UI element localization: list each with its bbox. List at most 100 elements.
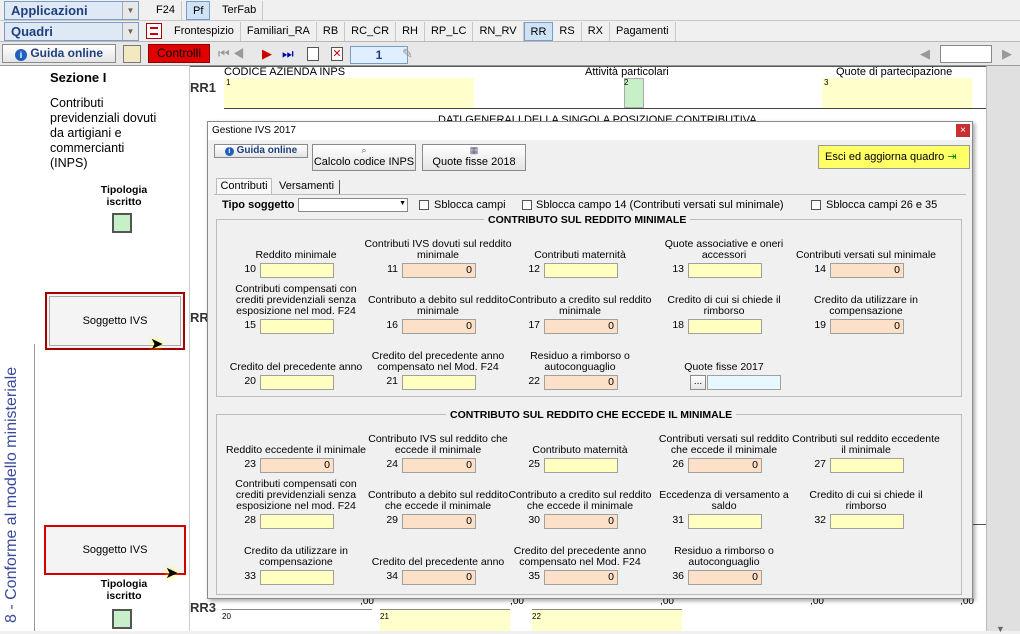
dialog-titlebar: Gestione IVS 2017 × <box>208 122 972 140</box>
nav-first-icon[interactable]: ⏮◀ <box>218 46 247 62</box>
browse-button[interactable]: ... <box>690 375 706 390</box>
field-label-box: Contributi compensati con crediti previd… <box>222 283 370 317</box>
tab-familiari-ra[interactable]: Familiari_RA <box>241 22 317 41</box>
tab-f24[interactable]: F24 <box>150 1 182 20</box>
field-17[interactable]: 0 <box>544 319 618 334</box>
tab-versamenti[interactable]: Versamenti <box>274 180 340 194</box>
field-label-box: Credito del precedente anno <box>222 339 370 373</box>
field-26[interactable]: 0 <box>688 458 762 473</box>
tab-rx[interactable]: RX <box>582 22 610 41</box>
tab-rr[interactable]: RR <box>523 22 554 41</box>
field-14[interactable]: 0 <box>830 263 904 278</box>
nav-next-icon[interactable]: ▶ <box>262 46 272 62</box>
table-icon: ▦ <box>469 145 479 155</box>
field-number: 29 <box>386 514 398 526</box>
close-icon[interactable]: × <box>956 124 970 137</box>
tab-rn-rv[interactable]: RN_RV <box>473 22 524 41</box>
tab-rb[interactable]: RB <box>317 22 346 41</box>
scroll-left-icon[interactable]: ◀ <box>920 46 930 62</box>
field-20[interactable] <box>260 375 334 390</box>
chevron-down-icon: ▼ <box>122 2 138 19</box>
tipologia-checkbox[interactable] <box>112 213 132 233</box>
field-27[interactable] <box>830 458 904 473</box>
tipologia-checkbox-2[interactable] <box>112 609 132 629</box>
applicazioni-dropdown[interactable]: Applicazioni ▼ <box>4 1 139 20</box>
pdf-icon[interactable] <box>146 23 162 39</box>
field-label: Contributo a debito sul reddito che ecce… <box>367 489 509 512</box>
field-34[interactable]: 0 <box>402 570 476 585</box>
field-23[interactable]: 0 <box>260 458 334 473</box>
field-11[interactable]: 0 <box>402 263 476 278</box>
quote-field[interactable] <box>822 78 972 108</box>
calculator-icon[interactable] <box>123 45 141 63</box>
esci-aggiorna-label: Esci ed aggiorna quadro <box>825 151 945 163</box>
vertical-model-label: 8 - Conforme al modello ministeriale <box>3 366 20 623</box>
tab-rh[interactable]: RH <box>396 22 425 41</box>
field-number: 35 <box>528 570 540 582</box>
tab-contributi[interactable]: Contributi <box>216 178 272 194</box>
nav-last-icon[interactable]: ⏭ <box>282 46 294 62</box>
field-number: 11 <box>387 263 398 275</box>
field-number: 17 <box>528 319 540 331</box>
field-35[interactable]: 0 <box>544 570 618 585</box>
field-quote-fisse-2017[interactable] <box>707 375 781 390</box>
section-eccedente-title: CONTRIBUTO SUL REDDITO CHE ECCEDE IL MIN… <box>446 409 737 421</box>
tipo-soggetto-select[interactable]: ▼ <box>298 198 408 212</box>
field-12[interactable] <box>544 263 618 278</box>
field-30[interactable]: 0 <box>544 514 618 529</box>
scroll-right-icon[interactable]: ▶ <box>1002 46 1012 62</box>
page-number-field[interactable]: 1 <box>350 46 408 64</box>
field-label-box: Reddito eccedente il minimale <box>222 422 370 456</box>
field-label: Contributo a credito sul reddito che ecc… <box>508 489 652 512</box>
tab-rc-cr[interactable]: RC_CR <box>345 22 397 41</box>
field-22[interactable]: 0 <box>544 375 618 390</box>
top-toolbar: Applicazioni ▼ F24 Pf TerFab <box>0 0 1020 21</box>
field-label-box: Contributi IVS dovuti sul reddito minima… <box>364 227 512 261</box>
tab-frontespizio[interactable]: Frontespizio <box>168 22 241 41</box>
section-title: Sezione I <box>50 70 107 85</box>
field-19[interactable]: 0 <box>830 319 904 334</box>
controlli-button[interactable]: Controlli <box>148 44 210 63</box>
field-33[interactable] <box>260 570 334 585</box>
sblocca-26-checkbox[interactable] <box>811 200 821 210</box>
field-28[interactable] <box>260 514 334 529</box>
field-15[interactable] <box>260 319 334 334</box>
field-25[interactable] <box>544 458 618 473</box>
left-section-panel: Sezione I Contributi previdenziali dovut… <box>0 66 190 631</box>
field-36[interactable]: 0 <box>688 570 762 585</box>
field-label: Contributi versati sul reddito che ecced… <box>658 433 790 456</box>
field-label-box: Contributi sul reddito eccedente il mini… <box>792 422 940 456</box>
field-16[interactable]: 0 <box>402 319 476 334</box>
tab-pf[interactable]: Pf <box>186 1 211 20</box>
new-page-icon[interactable] <box>307 47 319 61</box>
field-number: 16 <box>386 319 398 331</box>
quote-fisse-button[interactable]: ▦ Quote fisse 2018 <box>422 144 526 171</box>
vertical-scrollbar[interactable]: ▼ <box>986 66 1020 634</box>
field-18[interactable] <box>688 319 762 334</box>
guida-online-button[interactable]: i Guida online <box>2 44 116 63</box>
cursor-icon: ➤ <box>150 336 164 353</box>
field-10[interactable] <box>260 263 334 278</box>
tab-rp-lc[interactable]: RP_LC <box>425 22 474 41</box>
field-13[interactable] <box>688 263 762 278</box>
quadri-dropdown[interactable]: Quadri ▼ <box>4 22 139 41</box>
tab-pagamenti[interactable]: Pagamenti <box>610 22 676 41</box>
sblocca-14-checkbox[interactable] <box>522 200 532 210</box>
tab-terfab[interactable]: TerFab <box>216 1 264 20</box>
soggetto-ivs-button[interactable]: Soggetto IVS <box>45 292 185 350</box>
field-32[interactable] <box>830 514 904 529</box>
dialog-guida-button[interactable]: i Guida online <box>214 144 308 158</box>
field-24[interactable]: 0 <box>402 458 476 473</box>
field-31[interactable] <box>688 514 762 529</box>
delete-page-icon[interactable]: ✕ <box>331 47 343 61</box>
codice-azienda-field[interactable] <box>224 78 474 108</box>
sblocca-campi-checkbox[interactable] <box>419 200 429 210</box>
search-field[interactable] <box>940 45 992 63</box>
field-29[interactable]: 0 <box>402 514 476 529</box>
field-21[interactable] <box>402 375 476 390</box>
esci-aggiorna-button[interactable]: Esci ed aggiorna quadro ⇥ <box>818 145 970 169</box>
field-label: Contributo a debito sul reddito minimale <box>367 294 509 317</box>
scroll-down-icon[interactable]: ▼ <box>996 624 1005 634</box>
calcolo-codice-button[interactable]: ⌕ Calcolo codice INPS <box>312 144 416 171</box>
tab-rs[interactable]: RS <box>553 22 582 41</box>
